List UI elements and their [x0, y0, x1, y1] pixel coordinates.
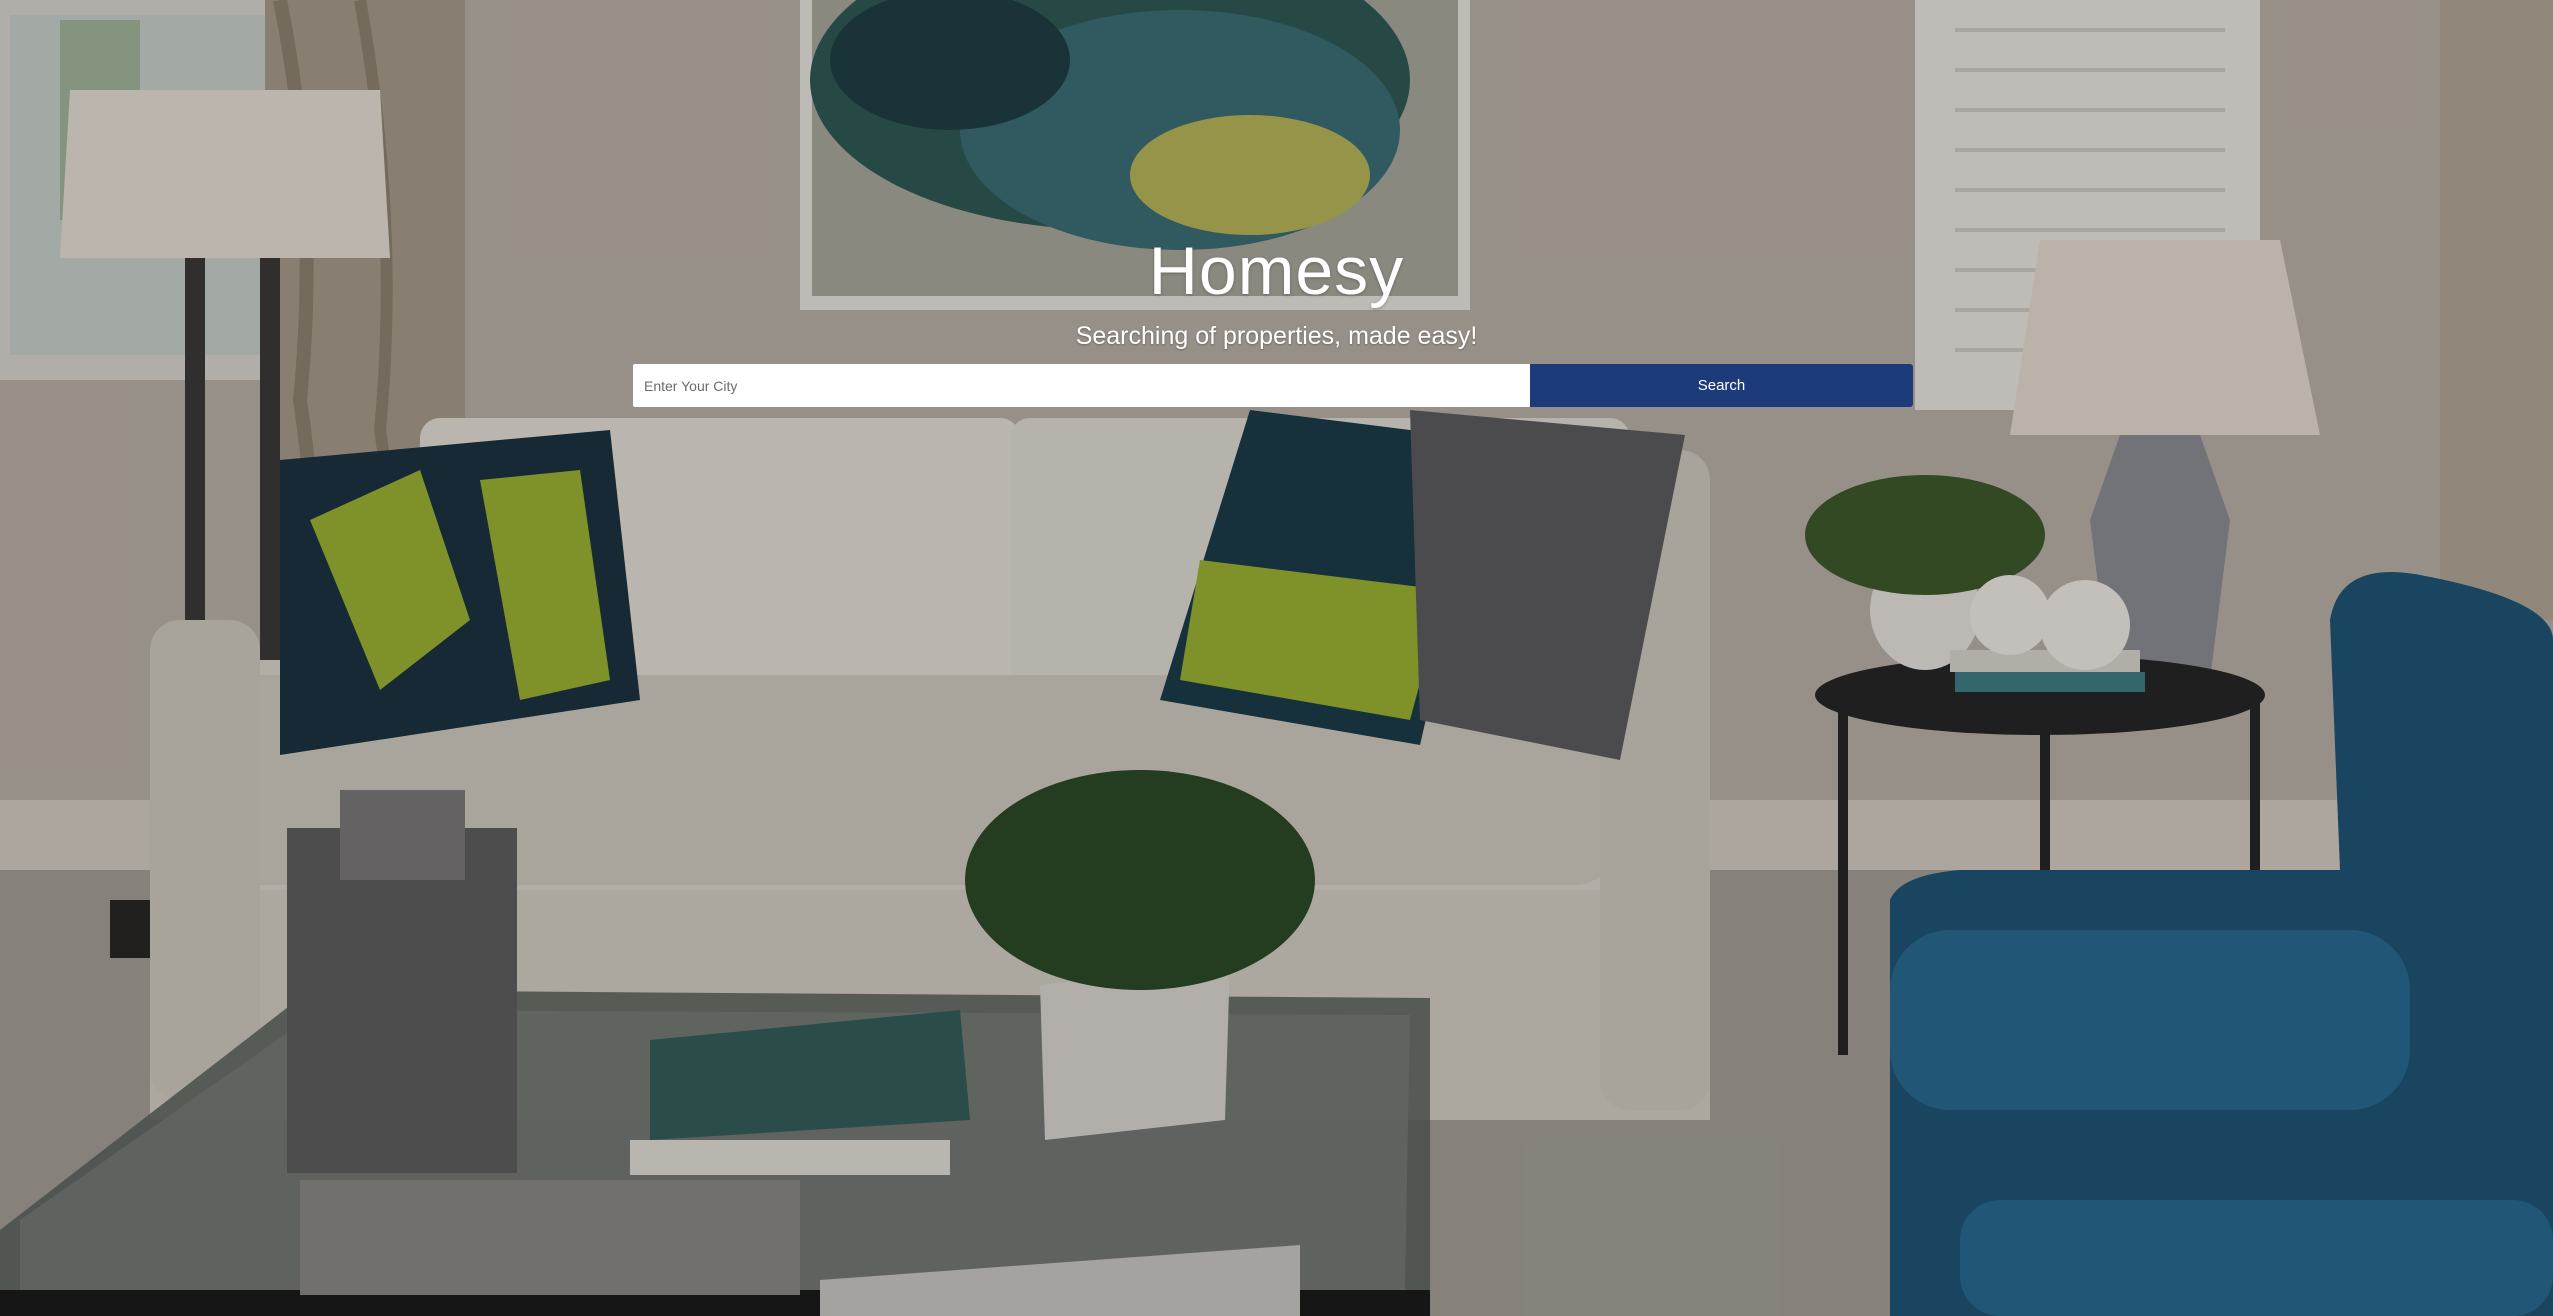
site-tagline: Searching of properties, made easy! — [1075, 322, 1478, 350]
site-title: Homesy — [1148, 233, 1405, 309]
city-search-input[interactable] — [633, 364, 1530, 407]
background-overlay — [0, 0, 2553, 1316]
search-button[interactable]: Search — [1530, 364, 1913, 407]
city-search-form: Search — [633, 364, 1913, 407]
